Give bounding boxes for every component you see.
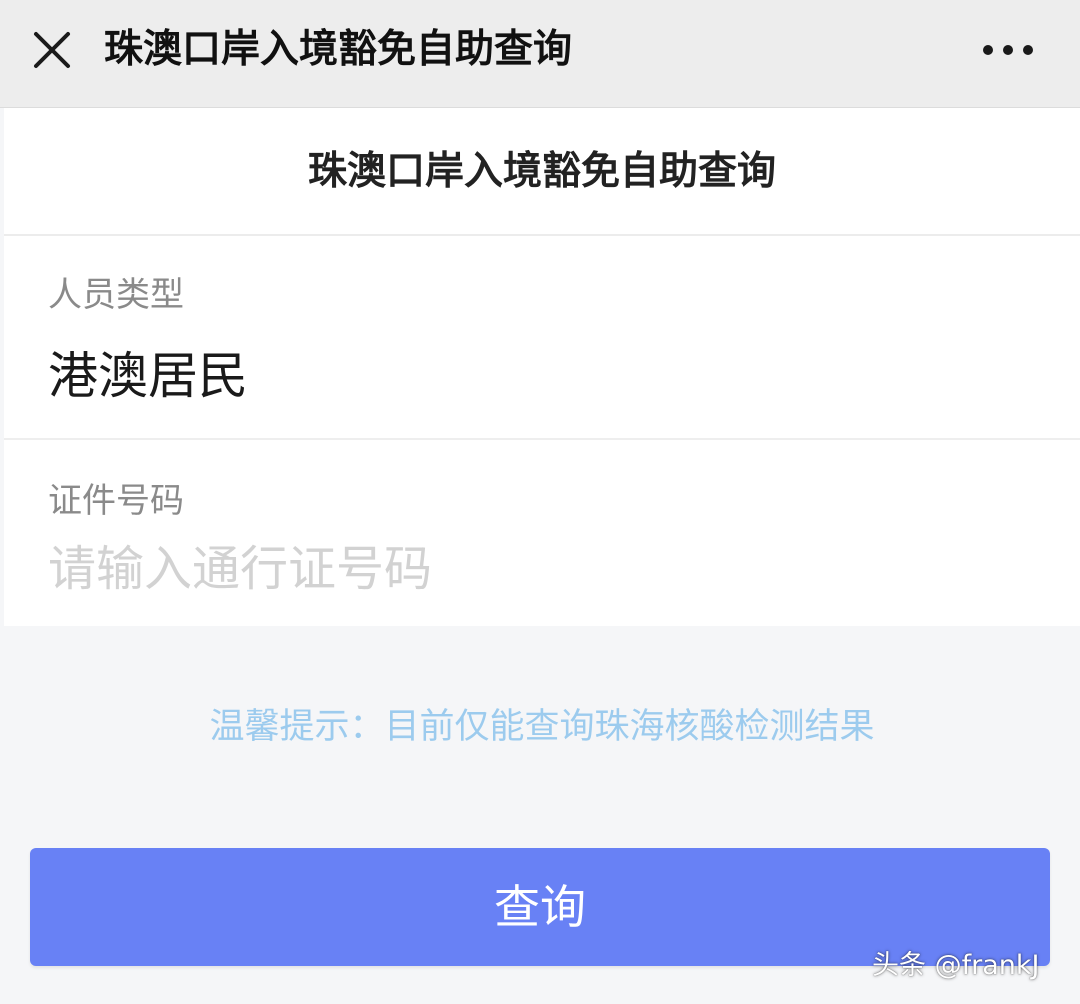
more-button[interactable] — [976, 30, 1040, 70]
person-type-value: 港澳居民 — [48, 347, 248, 405]
id-number-input[interactable] — [48, 534, 1028, 604]
person-type-label: 人员类型 — [48, 275, 184, 315]
person-type-selector[interactable]: 人员类型 港澳居民 — [4, 236, 1080, 510]
watermark: 头条 @frankJ — [872, 950, 1040, 981]
nav-title: 珠澳口岸入境豁免自助查询 — [104, 27, 573, 72]
title-bar: 珠澳口岸入境豁免自助查询 — [0, 0, 1080, 108]
id-number-field: 证件号码 — [4, 440, 1080, 626]
page-header: 珠澳口岸入境豁免自助查询 — [4, 108, 1080, 236]
page-title: 珠澳口岸入境豁免自助查询 — [307, 149, 776, 194]
id-number-label: 证件号码 — [48, 481, 184, 521]
more-dots-icon — [983, 45, 1033, 55]
close-icon — [34, 32, 70, 68]
page-content: 珠澳口岸入境豁免自助查询 人员类型 港澳居民 证件号码 温馨提示：目前仅能查询珠… — [4, 108, 1080, 1004]
tip-text: 温馨提示：目前仅能查询珠海核酸检测结果 — [209, 707, 875, 747]
close-button[interactable] — [24, 22, 80, 78]
